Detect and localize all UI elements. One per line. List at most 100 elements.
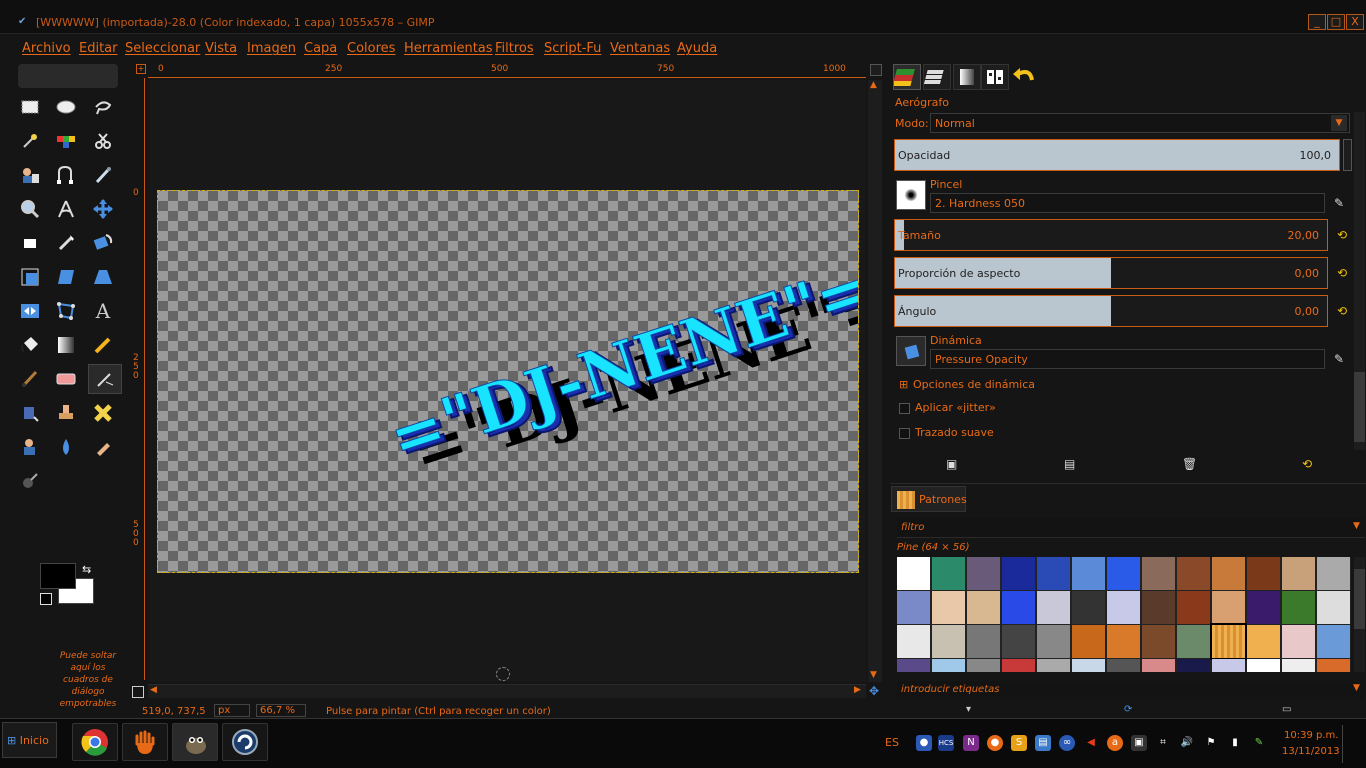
pattern-swatch[interactable]	[1177, 557, 1210, 590]
tags-input[interactable]: introducir etiquetas ▼	[897, 681, 1365, 699]
tab-paths[interactable]	[953, 64, 981, 90]
pattern-swatch[interactable]	[932, 659, 965, 672]
smudge-icon[interactable]	[90, 434, 116, 460]
pattern-folder-icon[interactable]: ▭	[1282, 704, 1291, 715]
chevron-down-icon[interactable]: ▼	[1353, 521, 1360, 531]
dynamics-options[interactable]: Opciones de dinámica	[913, 378, 1035, 391]
clock-date[interactable]: 13/11/2013	[1282, 746, 1340, 757]
quick-mask-toggle[interactable]	[132, 686, 144, 698]
tab-tool-options[interactable]	[981, 64, 1009, 90]
chrome-app[interactable]	[72, 723, 118, 761]
pattern-swatch[interactable]	[967, 591, 1000, 624]
unit-select[interactable]: px	[214, 704, 250, 717]
menu-editar[interactable]: Editar	[79, 41, 118, 56]
pattern-swatch[interactable]	[1107, 625, 1140, 658]
lasso-icon[interactable]	[90, 94, 116, 120]
pattern-swatch[interactable]	[1177, 625, 1210, 658]
pattern-swatch[interactable]	[1282, 625, 1315, 658]
pattern-swatch[interactable]	[897, 659, 930, 672]
save-options-icon[interactable]: ▣	[946, 457, 957, 471]
brush-field[interactable]: 2. Hardness 050	[930, 193, 1325, 213]
pattern-swatch[interactable]	[1210, 623, 1247, 660]
show-desktop-button[interactable]	[1342, 725, 1364, 763]
pattern-swatch[interactable]	[1212, 659, 1245, 672]
pattern-swatch[interactable]	[1177, 659, 1210, 672]
scroll-up-icon[interactable]: ▲	[870, 80, 877, 90]
menu-vista[interactable]: Vista	[205, 41, 237, 56]
text-tool-icon[interactable]: A	[90, 298, 116, 324]
angle-slider[interactable]: Ángulo 0,00	[894, 295, 1328, 327]
menu-capa[interactable]: Capa	[304, 41, 337, 56]
pencil-icon[interactable]	[90, 332, 116, 358]
pattern-swatch[interactable]	[967, 557, 1000, 590]
pattern-swatch[interactable]	[897, 591, 930, 624]
eraser-icon[interactable]	[53, 366, 79, 392]
pattern-swatch[interactable]	[1002, 625, 1035, 658]
reset-options-icon[interactable]: ⟲	[1302, 457, 1312, 471]
tray-icon[interactable]: ▤	[1035, 735, 1051, 751]
clone-icon[interactable]	[53, 400, 79, 426]
pattern-swatch[interactable]	[1282, 659, 1315, 672]
pattern-swatch[interactable]	[932, 625, 965, 658]
size-slider[interactable]: Tamaño 20,00	[894, 219, 1328, 251]
edit-dynamics-icon[interactable]: ✎	[1334, 352, 1344, 366]
flip-icon[interactable]	[17, 298, 43, 324]
network-icon[interactable]: ▮	[1227, 735, 1243, 751]
opacity-spin[interactable]	[1343, 139, 1352, 171]
delete-options-icon[interactable]: 🗑	[1182, 457, 1197, 471]
default-colors-icon[interactable]	[40, 593, 52, 605]
tab-patterns[interactable]: Patrones	[891, 486, 967, 512]
scroll-left-icon[interactable]: ◀	[150, 685, 157, 695]
pattern-swatch[interactable]	[1037, 557, 1070, 590]
paths-icon[interactable]	[53, 162, 79, 188]
tray-icon[interactable]: HCS	[938, 735, 954, 751]
mode-select[interactable]: Normal ▼	[930, 113, 1350, 133]
cinema4d-app[interactable]	[222, 723, 268, 761]
pattern-swatch[interactable]	[1142, 557, 1175, 590]
tray-icon[interactable]: ∞	[1059, 735, 1075, 751]
cage-transform-icon[interactable]	[53, 298, 79, 324]
pattern-swatch[interactable]	[1212, 591, 1245, 624]
navigate-icon[interactable]: ✥	[869, 684, 879, 698]
scissors-icon[interactable]	[90, 128, 116, 154]
scroll-down-icon[interactable]: ▼	[870, 670, 877, 680]
pattern-refresh-icon[interactable]: ⟳	[1124, 704, 1132, 715]
start-button[interactable]: ⊞ Inicio	[2, 722, 57, 758]
opacity-slider[interactable]: Opacidad 100,0	[894, 139, 1340, 171]
maximize-button[interactable]: □	[1327, 14, 1345, 30]
pattern-swatch[interactable]	[1072, 591, 1105, 624]
onenote-icon[interactable]: N	[963, 735, 979, 751]
pattern-swatch[interactable]	[1142, 591, 1175, 624]
volume-icon[interactable]: 🔊	[1179, 735, 1195, 751]
tray-icon[interactable]: ●	[987, 735, 1003, 751]
menu-ayuda[interactable]: Ayuda	[677, 41, 717, 56]
tray-icon[interactable]: ▣	[1131, 735, 1147, 751]
pattern-swatch[interactable]	[1317, 659, 1350, 672]
pattern-swatch[interactable]	[1107, 591, 1140, 624]
tab-undo-history[interactable]	[1010, 64, 1038, 90]
swap-colors-icon[interactable]: ⇆	[82, 563, 91, 576]
minimize-button[interactable]: _	[1308, 14, 1326, 30]
pattern-swatch[interactable]	[1107, 659, 1140, 672]
language-indicator[interactable]: ES	[885, 736, 899, 749]
dodge-burn-icon[interactable]	[17, 468, 43, 494]
vertical-scrollbar[interactable]: ▲ ▼	[868, 80, 882, 682]
heal-icon[interactable]	[90, 400, 116, 426]
pattern-swatch[interactable]	[897, 625, 930, 658]
pattern-swatch[interactable]	[932, 557, 965, 590]
pattern-swatch[interactable]	[1282, 591, 1315, 624]
pattern-swatch[interactable]	[1317, 591, 1350, 624]
avast-icon[interactable]: a	[1107, 735, 1123, 751]
expand-icon[interactable]: ⊞	[899, 378, 908, 391]
tray-icon[interactable]: ⌗	[1155, 735, 1171, 751]
ink-icon[interactable]	[17, 400, 43, 426]
blend-icon[interactable]	[53, 332, 79, 358]
reset-aspect-icon[interactable]: ⟲	[1334, 266, 1350, 282]
tool-options-scrollbar[interactable]	[1354, 112, 1365, 450]
scroll-right-icon[interactable]: ▶	[854, 685, 861, 695]
pattern-swatch[interactable]	[1247, 557, 1280, 590]
pattern-swatch[interactable]	[932, 591, 965, 624]
edit-brush-icon[interactable]: ✎	[1334, 196, 1344, 210]
menu-archivo[interactable]: Archivo	[22, 41, 71, 56]
patterns-grid[interactable]	[897, 557, 1351, 672]
